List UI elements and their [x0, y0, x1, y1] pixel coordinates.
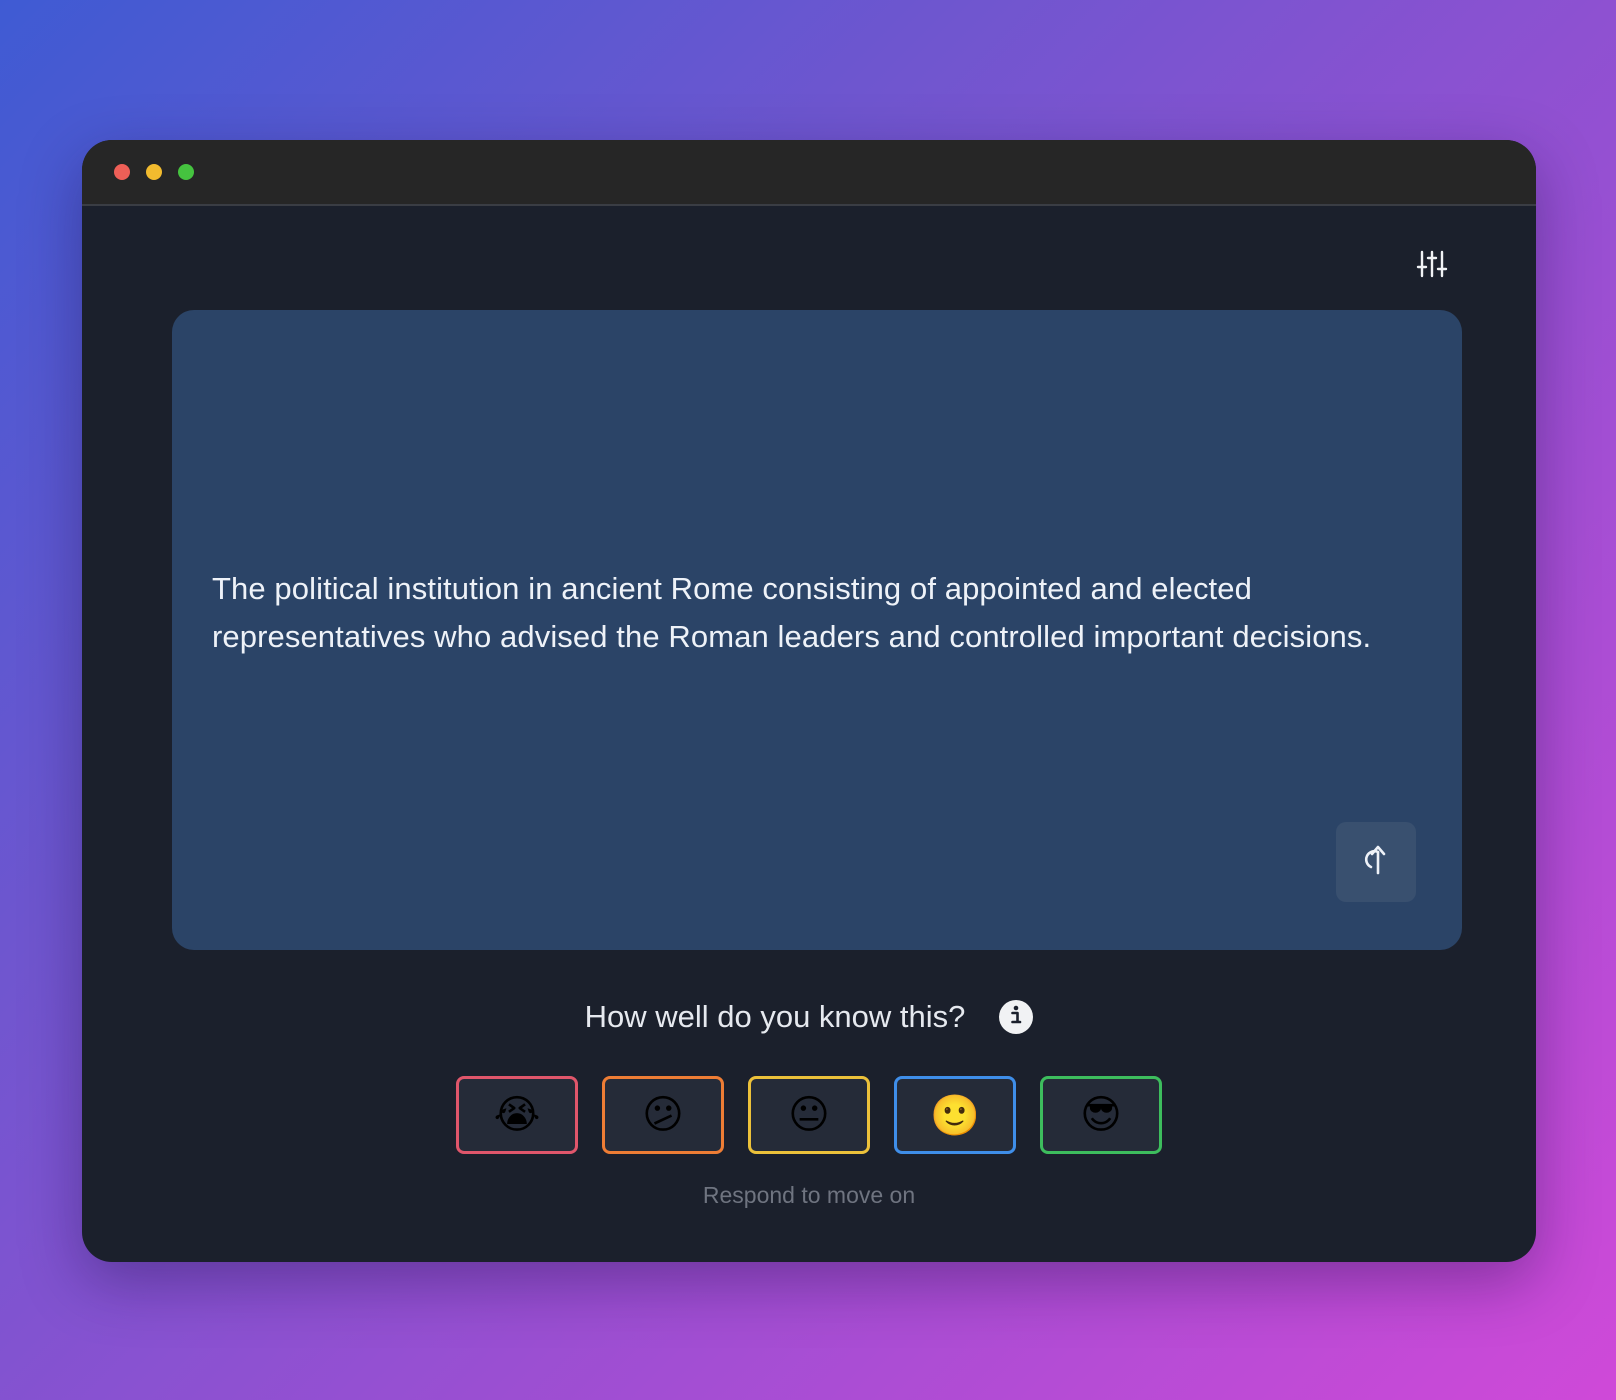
rating-1-button[interactable]: 😭 [456, 1076, 578, 1154]
sunglasses-face-icon: 😎 [1080, 1092, 1122, 1138]
rating-3-button[interactable]: 😐 [748, 1076, 870, 1154]
respond-hint: Respond to move on [702, 1182, 916, 1208]
rating-2-button[interactable]: 😕 [602, 1076, 724, 1154]
flip-arrow-icon [1359, 843, 1393, 882]
sliders-icon [1416, 249, 1448, 284]
minimize-window-button[interactable] [146, 164, 162, 180]
rating-4-button[interactable]: 🙂 [894, 1076, 1016, 1154]
neutral-face-icon: 😐 [788, 1092, 830, 1138]
settings-button[interactable] [1410, 244, 1454, 288]
confused-face-icon: 😕 [642, 1092, 684, 1138]
rating-5-button[interactable]: 😎 [1040, 1076, 1162, 1154]
flashcard-text: The political institution in ancient Rom… [212, 571, 1372, 654]
close-window-button[interactable] [114, 164, 130, 180]
info-button[interactable] [999, 998, 1034, 1037]
info-icon [999, 998, 1033, 1037]
flashcard[interactable]: The political institution in ancient Rom… [172, 310, 1462, 950]
title-bar [82, 140, 1536, 206]
app-window: The political institution in ancient Rom… [82, 140, 1536, 1262]
flip-card-button[interactable] [1336, 822, 1416, 902]
prompt-question: How well do you know this? [584, 999, 966, 1034]
rating-buttons: 😭 😕 😐 🙂 😎 [82, 1076, 1536, 1154]
knowledge-prompt: How well do you know this? [82, 992, 1536, 1042]
maximize-window-button[interactable] [178, 164, 194, 180]
slight-smile-icon: 🙂 [930, 1092, 980, 1139]
crying-face-icon: 😭 [493, 1092, 541, 1138]
